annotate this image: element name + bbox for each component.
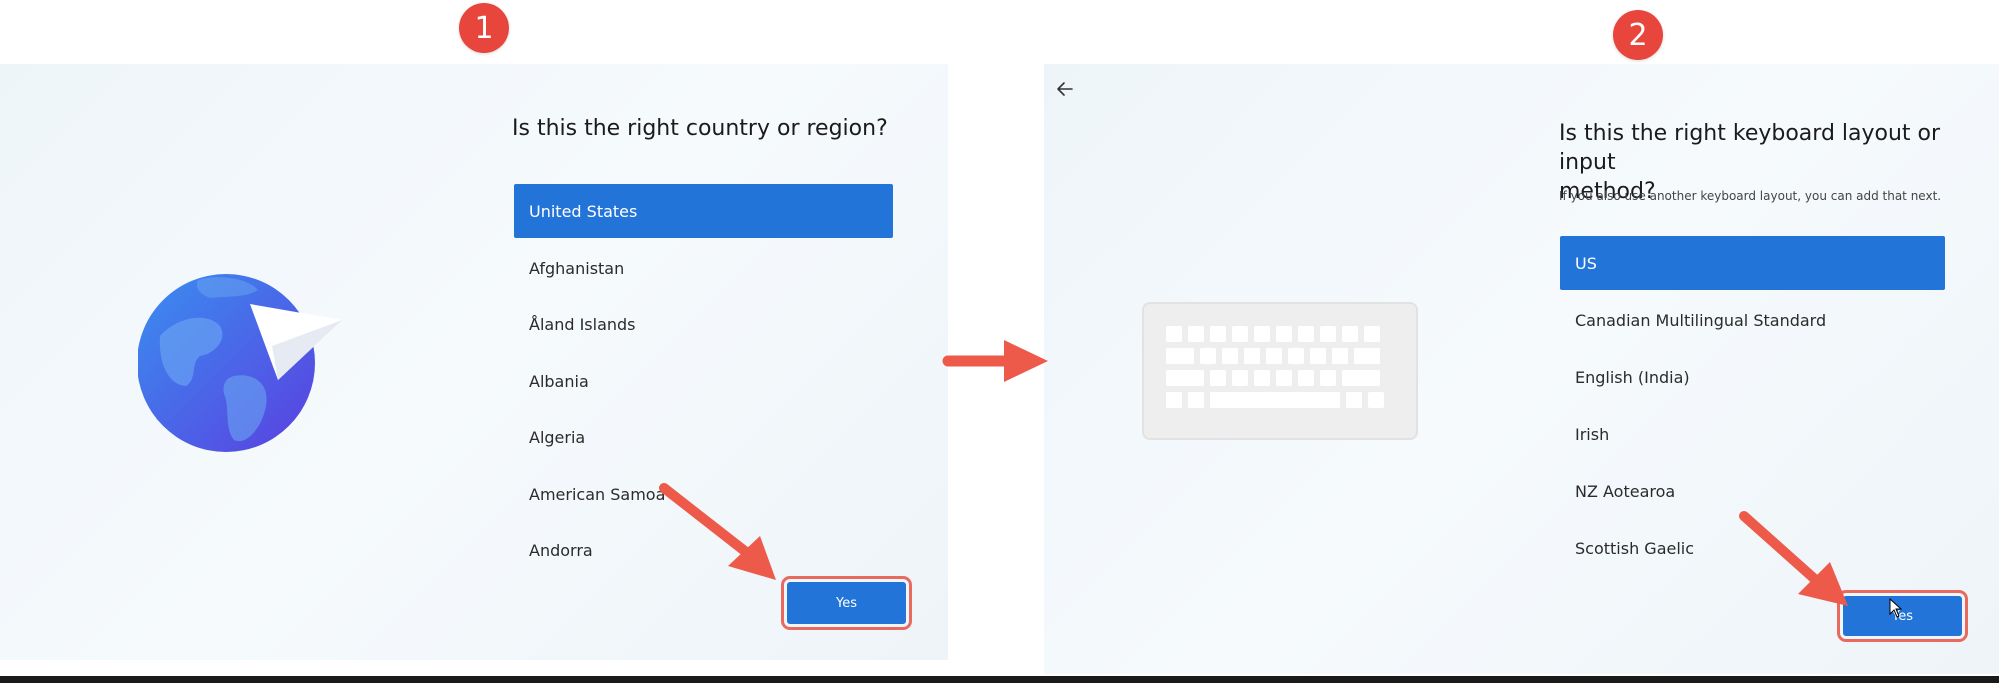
pointer-arrow-icon (659, 483, 776, 580)
list-item[interactable]: Afghanistan (514, 241, 893, 295)
yes-button[interactable]: Yes (787, 582, 906, 624)
keyboard-icon (1142, 302, 1418, 440)
keyboard-layout-heading-line1: Is this the right keyboard layout or inp… (1559, 121, 1941, 175)
list-item[interactable]: Albania (514, 354, 893, 408)
cursor-icon (1889, 598, 1903, 618)
back-arrow-icon[interactable] (1054, 78, 1076, 100)
bottom-border (0, 676, 1999, 683)
step-badge-1: 1 (459, 3, 509, 53)
globe-icon (138, 274, 342, 452)
step-badge-2: 2 (1613, 10, 1663, 60)
right-arrow-icon (942, 340, 1048, 382)
list-item[interactable]: Algeria (514, 410, 893, 464)
country-region-heading: Is this the right country or region? (512, 116, 888, 141)
list-item[interactable]: English (India) (1560, 350, 1945, 404)
yes-button-highlight: Yes (781, 576, 912, 630)
list-item[interactable]: Irish (1560, 407, 1945, 461)
keyboard-layout-subtext: If you also use another keyboard layout,… (1559, 189, 1942, 203)
list-item[interactable]: Åland Islands (514, 297, 893, 351)
screenshot-root: Is this the right country or region? Uni… (0, 0, 1999, 683)
pointer-arrow-icon (1739, 511, 1848, 606)
list-item[interactable]: US (1560, 236, 1945, 290)
list-item[interactable]: Canadian Multilingual Standard (1560, 293, 1945, 347)
list-item[interactable]: United States (514, 184, 893, 238)
